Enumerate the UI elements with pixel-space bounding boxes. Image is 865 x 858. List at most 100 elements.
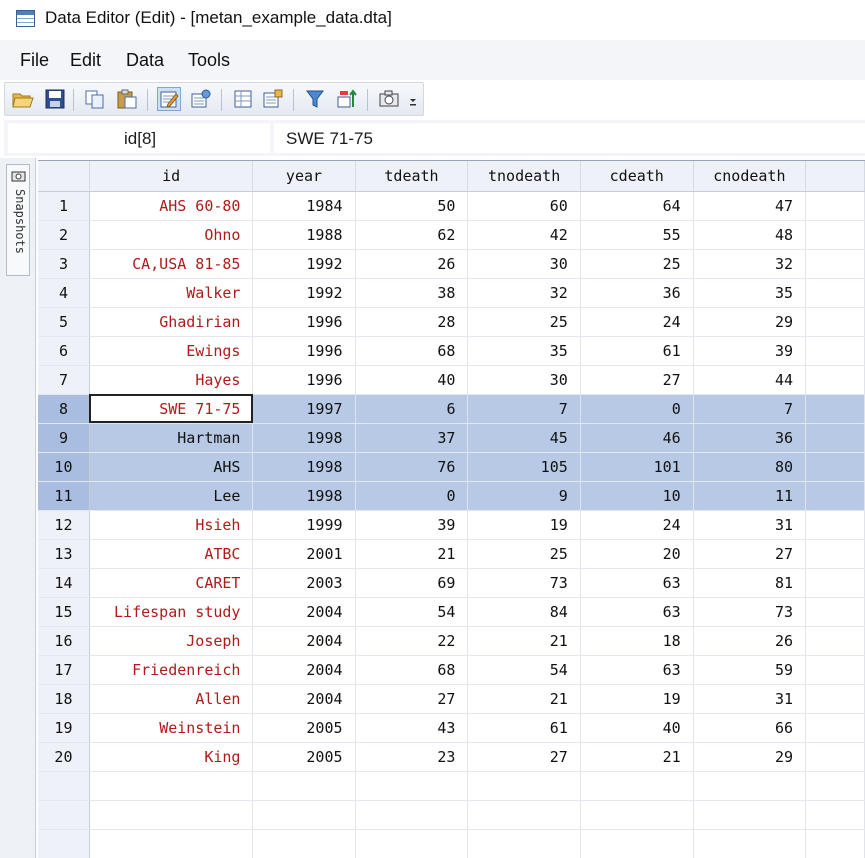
table-row[interactable]: 14 CARET 2003 69 73 63 81 <box>38 568 865 598</box>
cell-year[interactable]: 1999 <box>252 510 356 540</box>
edit-mode-icon[interactable] <box>157 87 181 111</box>
table-row[interactable]: 12 Hsieh 1999 39 19 24 31 <box>38 510 865 540</box>
row-number[interactable]: 7 <box>38 365 90 395</box>
cell-cnodeath[interactable]: 47 <box>693 191 807 221</box>
cell-tdeath[interactable]: 27 <box>355 684 469 714</box>
open-icon[interactable] <box>11 87 35 111</box>
cell-cdeath[interactable]: 10 <box>580 481 694 511</box>
grid-corner[interactable] <box>38 161 90 192</box>
cell-tnodeath[interactable]: 73 <box>467 568 581 598</box>
table-row[interactable]: 5 Ghadirian 1996 28 25 24 29 <box>38 307 865 337</box>
cell-cnodeath[interactable]: 35 <box>693 278 807 308</box>
cell-tnodeath[interactable]: 19 <box>467 510 581 540</box>
table-row[interactable]: 4 Walker 1992 38 32 36 35 <box>38 278 865 308</box>
snapshot-icon[interactable] <box>377 87 401 111</box>
cell-tdeath[interactable]: 68 <box>355 336 469 366</box>
cell-cdeath[interactable]: 55 <box>580 220 694 250</box>
cell-tdeath[interactable]: 6 <box>355 394 469 424</box>
cell-id[interactable]: AHS 60-80 <box>89 191 254 221</box>
table-row[interactable]: 2 Ohno 1988 62 42 55 48 <box>38 220 865 250</box>
column-header-tnodeath[interactable]: tnodeath <box>467 161 581 192</box>
cell-year[interactable]: 2004 <box>252 684 356 714</box>
cell-cdeath[interactable]: 101 <box>580 452 694 482</box>
cell-cnodeath[interactable]: 80 <box>693 452 807 482</box>
row-number[interactable]: 19 <box>38 713 90 743</box>
cell-cnodeath[interactable]: 66 <box>693 713 807 743</box>
cell-year[interactable]: 2004 <box>252 597 356 627</box>
cell-year[interactable]: 1988 <box>252 220 356 250</box>
cell-cdeath[interactable]: 18 <box>580 626 694 656</box>
cell-id[interactable]: CA,USA 81-85 <box>89 249 254 279</box>
column-header-id[interactable]: id <box>89 161 254 192</box>
cell-tnodeath[interactable]: 42 <box>467 220 581 250</box>
data-grid[interactable]: id year tdeath tnodeath cdeath cnodeath 1 AHS … <box>38 160 865 858</box>
cell-year[interactable]: 1996 <box>252 307 356 337</box>
row-number[interactable]: 6 <box>38 336 90 366</box>
cell-tnodeath[interactable]: 61 <box>467 713 581 743</box>
cell-tdeath[interactable]: 23 <box>355 742 469 772</box>
row-number[interactable]: 12 <box>38 510 90 540</box>
cell-id[interactable]: Lee <box>89 481 254 511</box>
cell-cnodeath[interactable]: 26 <box>693 626 807 656</box>
save-icon[interactable] <box>43 87 67 111</box>
table-row[interactable]: 19 Weinstein 2005 43 61 40 66 <box>38 713 865 743</box>
cell-cnodeath[interactable]: 7 <box>693 394 807 424</box>
cell-year[interactable]: 2001 <box>252 539 356 569</box>
cell-id[interactable]: AHS <box>89 452 254 482</box>
cell-cnodeath[interactable]: 44 <box>693 365 807 395</box>
cell-cnodeath[interactable]: 36 <box>693 423 807 453</box>
cell-cnodeath[interactable]: 32 <box>693 249 807 279</box>
variables-manager-icon[interactable] <box>189 87 213 111</box>
cell-cdeath[interactable]: 24 <box>580 510 694 540</box>
row-number[interactable]: 16 <box>38 626 90 656</box>
cell-year[interactable]: 1997 <box>252 394 356 424</box>
cell-tnodeath[interactable]: 84 <box>467 597 581 627</box>
cell-tnodeath[interactable]: 25 <box>467 307 581 337</box>
cell-cnodeath[interactable]: 59 <box>693 655 807 685</box>
cell-cnodeath[interactable]: 73 <box>693 597 807 627</box>
cell-year[interactable]: 2003 <box>252 568 356 598</box>
cell-cnodeath[interactable]: 39 <box>693 336 807 366</box>
cell-tdeath[interactable]: 62 <box>355 220 469 250</box>
cell-tdeath[interactable]: 39 <box>355 510 469 540</box>
filter-icon[interactable] <box>303 87 327 111</box>
row-number[interactable]: 20 <box>38 742 90 772</box>
cell-tdeath[interactable]: 54 <box>355 597 469 627</box>
cell-tdeath[interactable]: 50 <box>355 191 469 221</box>
cell-cnodeath[interactable]: 27 <box>693 539 807 569</box>
cell-cdeath[interactable]: 46 <box>580 423 694 453</box>
row-number[interactable]: 10 <box>38 452 90 482</box>
row-number[interactable]: 4 <box>38 278 90 308</box>
cell-tnodeath[interactable]: 54 <box>467 655 581 685</box>
row-number[interactable]: 8 <box>38 394 90 424</box>
cell-tdeath[interactable]: 26 <box>355 249 469 279</box>
cell-id[interactable]: Joseph <box>89 626 254 656</box>
cell-tdeath[interactable]: 43 <box>355 713 469 743</box>
row-number[interactable]: 2 <box>38 220 90 250</box>
cell-cnodeath[interactable]: 31 <box>693 684 807 714</box>
properties-icon[interactable] <box>261 87 285 111</box>
cell-id[interactable]: Ohno <box>89 220 254 250</box>
cell-tnodeath[interactable]: 105 <box>467 452 581 482</box>
column-header-year[interactable]: year <box>252 161 356 192</box>
cell-id[interactable]: Ghadirian <box>89 307 254 337</box>
table-row[interactable]: 18 Allen 2004 27 21 19 31 <box>38 684 865 714</box>
cell-year[interactable]: 2005 <box>252 713 356 743</box>
row-number[interactable]: 11 <box>38 481 90 511</box>
cell-id[interactable]: King <box>89 742 254 772</box>
row-number[interactable]: 15 <box>38 597 90 627</box>
cell-cnodeath[interactable]: 11 <box>693 481 807 511</box>
cell-tnodeath[interactable]: 7 <box>467 394 581 424</box>
cell-cdeath[interactable]: 21 <box>580 742 694 772</box>
row-number[interactable]: 13 <box>38 539 90 569</box>
cell-tnodeath[interactable]: 21 <box>467 684 581 714</box>
cell-tdeath[interactable]: 22 <box>355 626 469 656</box>
menu-edit[interactable]: Edit <box>70 50 101 71</box>
menu-tools[interactable]: Tools <box>188 50 230 71</box>
cell-tdeath[interactable]: 38 <box>355 278 469 308</box>
table-row[interactable]: 10 AHS 1998 76 105 101 80 <box>38 452 865 482</box>
table-row[interactable]: 9 Hartman 1998 37 45 46 36 <box>38 423 865 453</box>
cell-year[interactable]: 2005 <box>252 742 356 772</box>
cell-year[interactable]: 2004 <box>252 655 356 685</box>
row-number[interactable]: 18 <box>38 684 90 714</box>
